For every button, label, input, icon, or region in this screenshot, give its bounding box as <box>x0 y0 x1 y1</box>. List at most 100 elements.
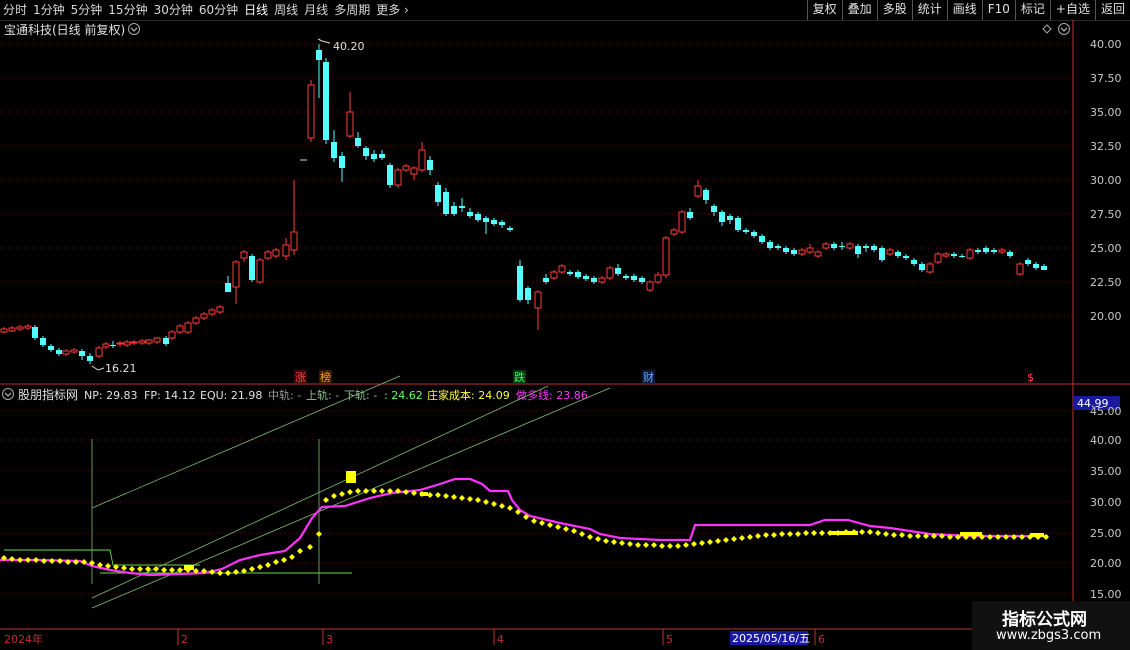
candle-body <box>998 249 1006 253</box>
candle <box>0 327 8 333</box>
event-marker-limit-up[interactable]: 涨 <box>294 370 307 384</box>
event-marker-dividend[interactable]: $ <box>1027 371 1034 384</box>
f10-button[interactable]: F10 <box>981 0 1015 20</box>
candle <box>123 340 131 347</box>
candle-body <box>32 327 38 338</box>
candle-body <box>153 337 161 343</box>
add-favorite-button[interactable]: +自选 <box>1049 0 1095 20</box>
date-tick: 4 <box>497 633 504 646</box>
event-marker-finance[interactable]: 财 <box>642 370 655 384</box>
candle <box>40 336 46 347</box>
dealer-cost-dot <box>507 505 513 511</box>
candle <box>138 339 146 345</box>
candle <box>216 305 224 314</box>
dealer-cost-dot <box>811 530 817 536</box>
candle-body <box>184 322 192 333</box>
candle-body <box>575 272 581 277</box>
candle-body <box>435 185 441 202</box>
dealer-cost-dot <box>355 488 361 494</box>
period-tabs: 分时 1分钟 5分钟 15分钟 30分钟 60分钟 日线 周线 月线 多周期 更… <box>0 0 412 20</box>
tab-30min[interactable]: 30分钟 <box>151 0 196 20</box>
dealer-cost-dot <box>363 488 369 494</box>
low-label: 16.21 <box>105 362 137 375</box>
mark-button[interactable]: 标记 <box>1014 0 1050 20</box>
candle-body <box>499 222 505 225</box>
candle <box>919 262 925 272</box>
dealer-cost-dot <box>795 531 801 537</box>
candle-body <box>459 206 465 208</box>
candle-body <box>670 229 678 235</box>
indicator-up-rail: 上轨: - <box>306 388 339 402</box>
date-tick: 3 <box>326 633 333 646</box>
candle <box>727 214 733 224</box>
candle-body <box>418 149 426 171</box>
tab-weekly[interactable]: 周线 <box>271 0 301 20</box>
settings-circle-icon[interactable] <box>1058 23 1070 35</box>
candle <box>459 198 465 212</box>
candle <box>323 58 329 144</box>
candle-body <box>631 276 637 280</box>
candle-body <box>475 214 481 220</box>
candle-body <box>216 306 224 313</box>
tab-60min[interactable]: 60分钟 <box>196 0 241 20</box>
candle-body <box>363 148 369 156</box>
dealer-cost-dot <box>779 531 785 537</box>
dealer-cost-dot <box>265 562 271 568</box>
watermark: 指标公式网 www.zbgs3.com <box>972 601 1130 650</box>
tab-daily[interactable]: 日线 <box>241 0 271 20</box>
candle <box>806 244 814 254</box>
candle-body <box>240 251 248 259</box>
tab-15min[interactable]: 15分钟 <box>105 0 150 20</box>
dealer-cost-dot <box>579 531 585 537</box>
candle <box>467 208 473 218</box>
tab-more[interactable]: 更多 › <box>373 0 412 20</box>
indicator-colon-value: : 24.62 <box>384 389 423 402</box>
dealer-cost-dot <box>451 494 457 500</box>
candle <box>363 146 369 160</box>
candle <box>623 274 629 280</box>
candle <box>1033 262 1039 270</box>
candle <box>491 218 497 226</box>
indicator-down-rail: 下轨: - <box>344 388 377 402</box>
chevron-down-icon[interactable] <box>128 23 140 35</box>
draw-line-button[interactable]: 画线 <box>946 0 982 20</box>
candle <box>102 342 110 349</box>
candle-body <box>371 154 377 159</box>
candle <box>232 260 240 304</box>
dealer-cost-dot <box>867 529 873 535</box>
tab-multi-period[interactable]: 多周期 <box>331 0 373 20</box>
event-marker-ranking[interactable]: 榜 <box>319 370 332 384</box>
dealer-cost-dot <box>331 493 337 499</box>
candle-body <box>62 350 70 355</box>
chart-area[interactable]: 宝通科技(日线 前复权) 40.00 37.50 35.00 32.50 30.… <box>0 20 1130 650</box>
stock-title[interactable]: 宝通科技(日线 前复权) <box>4 22 125 37</box>
multi-stock-button[interactable]: 多股 <box>876 0 912 20</box>
dealer-cost-dot <box>627 541 633 547</box>
indicator-fp: FP: 14.12 <box>144 389 196 402</box>
tab-fenshi[interactable]: 分时 <box>0 0 30 20</box>
chevron-down-icon[interactable] <box>2 388 14 400</box>
candle <box>934 252 942 264</box>
statistics-button[interactable]: 统计 <box>911 0 947 20</box>
candle <box>163 336 169 346</box>
event-marker-drop[interactable]: 跌 <box>513 370 526 384</box>
diamond-icon[interactable] <box>1042 24 1052 34</box>
overlay-button[interactable]: 叠加 <box>841 0 877 20</box>
candle-body <box>79 351 85 356</box>
high-label: 40.20 <box>333 40 365 53</box>
candle <box>903 254 909 260</box>
restore-rights-button[interactable]: 复权 <box>806 0 842 20</box>
tab-monthly[interactable]: 月线 <box>301 0 331 20</box>
dealer-cost-bar <box>830 531 858 535</box>
indicator-name[interactable]: 股朋指标网 <box>18 387 78 402</box>
candle-body <box>534 291 542 309</box>
candle <box>567 270 573 276</box>
back-button[interactable]: 返回 <box>1094 0 1130 20</box>
candle <box>168 330 176 340</box>
candle-body <box>1033 264 1039 268</box>
candle-body <box>743 230 749 232</box>
tab-5min[interactable]: 5分钟 <box>68 0 106 20</box>
candle <box>435 182 441 206</box>
candle <box>791 248 797 256</box>
tab-1min[interactable]: 1分钟 <box>30 0 68 20</box>
